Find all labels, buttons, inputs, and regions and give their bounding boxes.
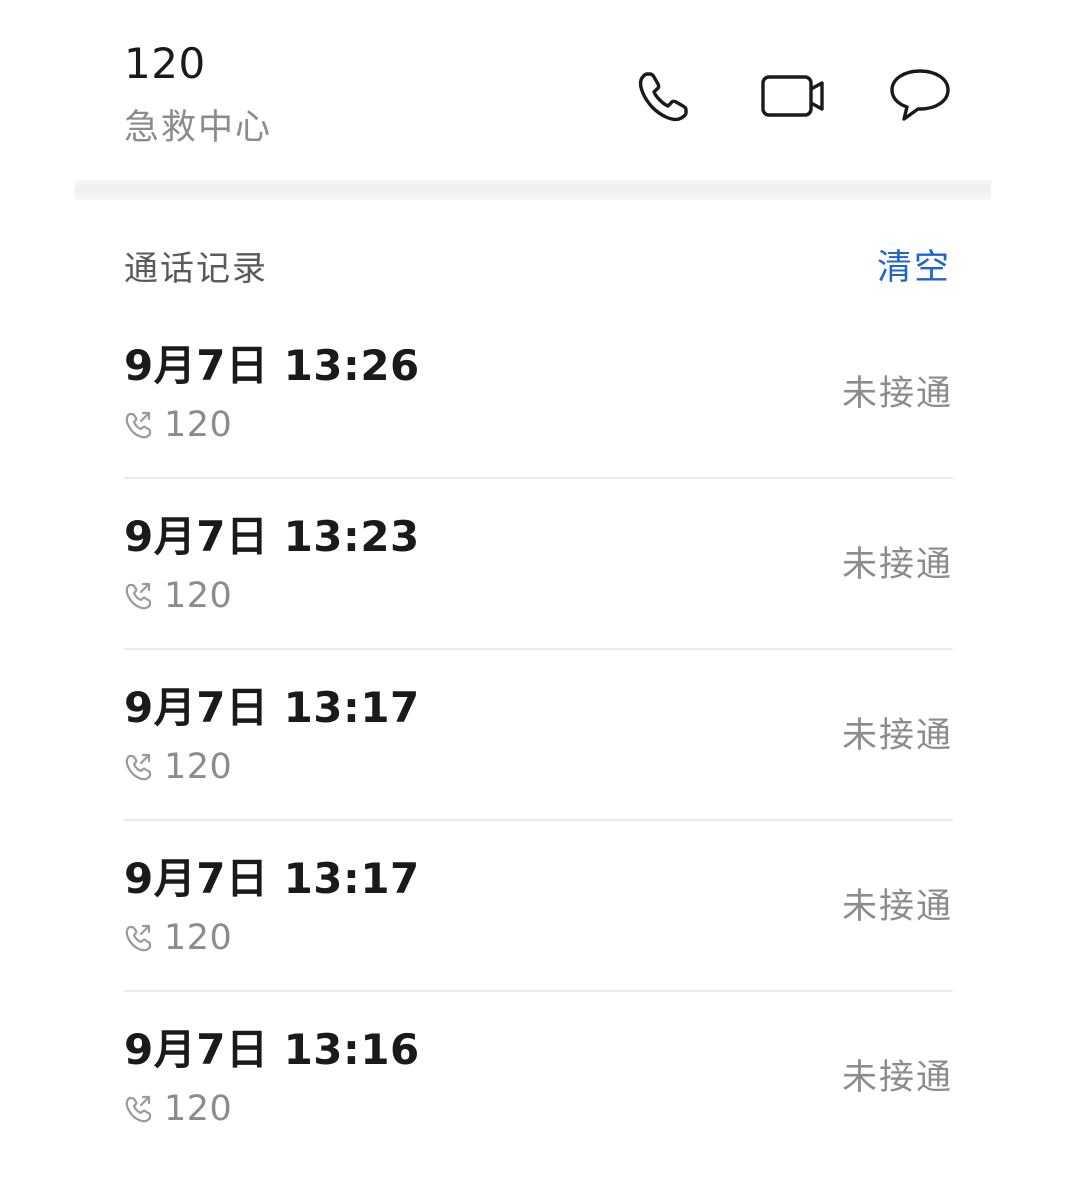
- video-call-button[interactable]: [756, 58, 832, 134]
- call-datetime: 9月7日 13:26: [124, 341, 420, 390]
- call-datetime: 9月7日 13:17: [124, 683, 420, 732]
- call-datetime: 9月7日 13:23: [124, 512, 420, 561]
- clear-log-button[interactable]: 清空: [877, 244, 951, 292]
- call-log-title: 通话记录: [124, 249, 268, 289]
- call-status: 未接通: [841, 374, 953, 414]
- call-record-list: 9月7日 13:26 120 未接通 9月7日 13:23 120 未接通 9月…: [124, 308, 953, 1163]
- call-status: 未接通: [841, 887, 953, 927]
- call-record[interactable]: 9月7日 13:17 120 未接通: [124, 821, 953, 992]
- call-record[interactable]: 9月7日 13:16 120 未接通: [124, 992, 953, 1163]
- call-detail: 120: [124, 402, 232, 448]
- call-number: 120: [164, 405, 233, 445]
- call-number: 120: [164, 1089, 233, 1129]
- call-number: 120: [164, 918, 233, 958]
- message-button[interactable]: [882, 58, 958, 134]
- contact-name: 急救中心: [124, 108, 273, 148]
- call-number: 120: [164, 747, 233, 787]
- outgoing-call-icon: [125, 1095, 152, 1123]
- video-camera-icon: [761, 75, 824, 117]
- contact-header: 120 急救中心: [0, 0, 1080, 178]
- section-divider: [75, 180, 991, 200]
- call-detail: 120: [124, 573, 232, 619]
- chat-bubble-icon: [890, 69, 950, 121]
- call-number: 120: [164, 576, 233, 616]
- call-status: 未接通: [841, 1058, 953, 1098]
- call-record[interactable]: 9月7日 13:17 120 未接通: [124, 650, 953, 821]
- call-status: 未接通: [841, 545, 953, 585]
- call-button[interactable]: [626, 58, 702, 134]
- call-detail: 120: [124, 744, 232, 790]
- outgoing-call-icon: [125, 924, 152, 952]
- outgoing-call-icon: [125, 411, 152, 439]
- call-record[interactable]: 9月7日 13:26 120 未接通: [124, 308, 953, 479]
- contact-number: 120: [124, 39, 206, 88]
- outgoing-call-icon: [125, 753, 152, 781]
- call-status: 未接通: [841, 716, 953, 756]
- call-detail: 120: [124, 915, 232, 961]
- call-detail: 120: [124, 1086, 232, 1132]
- outgoing-call-icon: [125, 582, 152, 610]
- phone-icon: [638, 72, 688, 122]
- call-datetime: 9月7日 13:17: [124, 854, 420, 903]
- call-datetime: 9月7日 13:16: [124, 1025, 420, 1074]
- call-record[interactable]: 9月7日 13:23 120 未接通: [124, 479, 953, 650]
